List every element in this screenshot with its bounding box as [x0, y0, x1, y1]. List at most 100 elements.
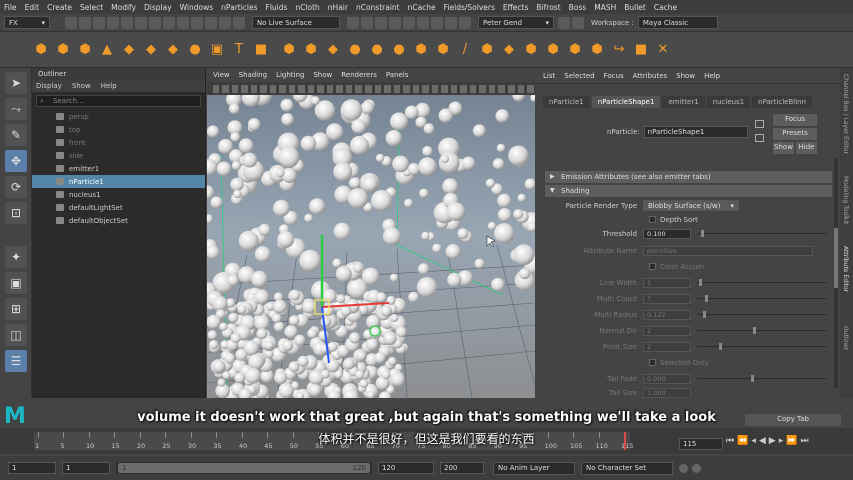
scale-tool-icon[interactable]: ⊡ [5, 202, 27, 224]
viewport-tool-icon[interactable] [422, 84, 429, 93]
two-view-icon[interactable]: ◫ [5, 324, 27, 346]
viewport-tool-icon[interactable] [241, 84, 248, 93]
menu-display[interactable]: Display [140, 3, 176, 12]
outliner-item-persp[interactable]: persp [32, 110, 205, 123]
field-vortex-icon[interactable]: ◆ [501, 42, 517, 58]
viewport-tool-icon[interactable] [374, 84, 382, 93]
slider-knob[interactable] [703, 311, 706, 318]
particle-render-type-dropdown[interactable]: Blobby Surface (s/w) ▾ [643, 200, 739, 211]
outliner-item-emitter1[interactable]: emitter1 [32, 162, 205, 175]
outliner-menu-show[interactable]: Show [72, 80, 91, 92]
soft-select-icon[interactable]: ✦ [5, 246, 27, 268]
viewport-panel[interactable]: View Shading Lighting Show Renderers Pan… [207, 68, 535, 398]
snap-surface-icon[interactable] [233, 16, 245, 29]
ncloth-icon[interactable]: ⬢ [281, 42, 297, 58]
viewport-tool-icon[interactable] [288, 84, 296, 93]
viewport-menu-renderers[interactable]: Renderers [341, 71, 377, 79]
line-width-slider[interactable] [697, 279, 826, 286]
tail-size-field[interactable]: 1.000 [643, 387, 691, 398]
viewport-tool-icon[interactable] [307, 84, 315, 93]
menu-cache[interactable]: Cache [650, 3, 681, 12]
new-scene-icon[interactable] [65, 16, 77, 29]
workspace-dropdown[interactable]: Maya Classic [637, 16, 718, 29]
snap-point-icon[interactable] [205, 16, 217, 29]
append-cache-icon[interactable]: ■ [633, 42, 649, 58]
load-node-icon[interactable] [755, 120, 764, 128]
viewport-menu-view[interactable]: View [213, 71, 230, 79]
user-account-dropdown[interactable]: Peter Gend ▾ [478, 16, 554, 29]
side-tab-attribute-editor[interactable]: Attribute Editor [842, 246, 849, 292]
anim-layer-dropdown[interactable]: No Anim Layer [493, 461, 575, 475]
undo-icon[interactable] [107, 16, 119, 29]
camera-icon[interactable] [431, 16, 443, 29]
menu-nconstraint[interactable]: nConstraint [352, 3, 404, 12]
help-icon[interactable] [558, 16, 570, 29]
viewport-tool-icon[interactable] [393, 84, 401, 93]
depth-sort-checkbox[interactable] [649, 216, 656, 223]
outliner-item-side[interactable]: side [32, 149, 205, 162]
field-turbulence-icon[interactable]: / [457, 42, 473, 58]
field-air-icon[interactable]: ● [347, 42, 363, 58]
multi-radius-field[interactable]: 0.122 [643, 309, 691, 320]
select-component-icon[interactable] [163, 16, 175, 29]
flag-icon[interactable] [445, 16, 457, 29]
menu-select[interactable]: Select [76, 3, 107, 12]
slider-knob[interactable] [701, 230, 704, 237]
hypershade-icon[interactable] [389, 16, 401, 29]
character-set-dropdown[interactable]: No Character Set [581, 461, 673, 475]
node-name-field[interactable]: nParticleShape1 [643, 126, 748, 138]
range-slider[interactable]: 1 120 [116, 462, 372, 474]
viewport-menu-show[interactable]: Show [313, 71, 332, 79]
ae-scrollbar[interactable] [834, 158, 838, 388]
selected-only-checkbox[interactable] [649, 359, 656, 366]
multi-count-slider[interactable] [697, 295, 826, 302]
threshold-field[interactable]: 0.100 [643, 228, 691, 239]
menu-edit[interactable]: Edit [21, 3, 44, 12]
viewport-tool-icon[interactable] [431, 84, 439, 93]
nrigid-icon[interactable]: ⬢ [303, 42, 319, 58]
menu-bifrost[interactable]: Bifrost [532, 3, 564, 12]
render-view-icon[interactable] [403, 16, 415, 29]
viewport-tool-icon[interactable] [250, 84, 258, 93]
threshold-slider[interactable] [697, 230, 826, 237]
attribute-name-field[interactable]: pointSize [643, 245, 813, 256]
menu-file[interactable]: File [0, 3, 21, 12]
live-surface-field[interactable]: No Live Surface [252, 16, 340, 29]
outliner-item-top[interactable]: top [32, 123, 205, 136]
point-size-field[interactable]: 2 [643, 341, 691, 352]
redo-icon[interactable] [121, 16, 133, 29]
ae-menu-focus[interactable]: Focus [604, 72, 624, 80]
goal-icon[interactable]: ◆ [165, 42, 181, 58]
menu-nhair[interactable]: nHair [324, 3, 352, 12]
cache-icon[interactable]: ▣ [209, 42, 225, 58]
emit-from-object-icon[interactable]: ◆ [121, 42, 137, 58]
settings-icon[interactable] [572, 16, 584, 29]
snap-curve-icon[interactable] [191, 16, 203, 29]
range-start-field[interactable]: 1 [8, 462, 56, 474]
lasso-tool-icon[interactable]: ⤳ [5, 98, 27, 120]
side-tab-outliner[interactable]: Outliner [842, 326, 849, 350]
menu-fields-solvers[interactable]: Fields/Solvers [440, 3, 499, 12]
cloud-icon[interactable] [459, 16, 471, 29]
tab-nucleus1[interactable]: nucleus1 [706, 96, 751, 108]
slider-knob[interactable] [751, 375, 754, 382]
viewport-menu-lighting[interactable]: Lighting [276, 71, 304, 79]
pause-icon[interactable] [417, 16, 429, 29]
viewport-tool-icon[interactable] [336, 84, 343, 93]
create-emitter-icon[interactable]: ▲ [99, 42, 115, 58]
viewport-tool-icon[interactable] [441, 84, 448, 93]
move-tool-icon[interactable]: ✥ [5, 150, 27, 172]
text-icon[interactable]: T [231, 42, 247, 58]
svg-icon[interactable]: ■ [253, 42, 269, 58]
select-object-icon[interactable] [149, 16, 161, 29]
viewport-tool-icon[interactable] [231, 84, 239, 93]
side-tab-modeling-toolkit[interactable]: Modeling Toolkit [842, 176, 849, 224]
field-newton-icon[interactable]: ⬢ [413, 42, 429, 58]
viewport-tool-icon[interactable] [298, 84, 305, 93]
viewport-tool-icon[interactable] [412, 84, 420, 93]
menu-effects[interactable]: Effects [499, 3, 533, 12]
viewport-tool-icon[interactable] [212, 84, 220, 93]
field-uniform-icon[interactable]: ⬢ [479, 42, 495, 58]
show-button[interactable]: Show [773, 142, 794, 154]
viewport-tool-icon[interactable] [355, 84, 362, 93]
